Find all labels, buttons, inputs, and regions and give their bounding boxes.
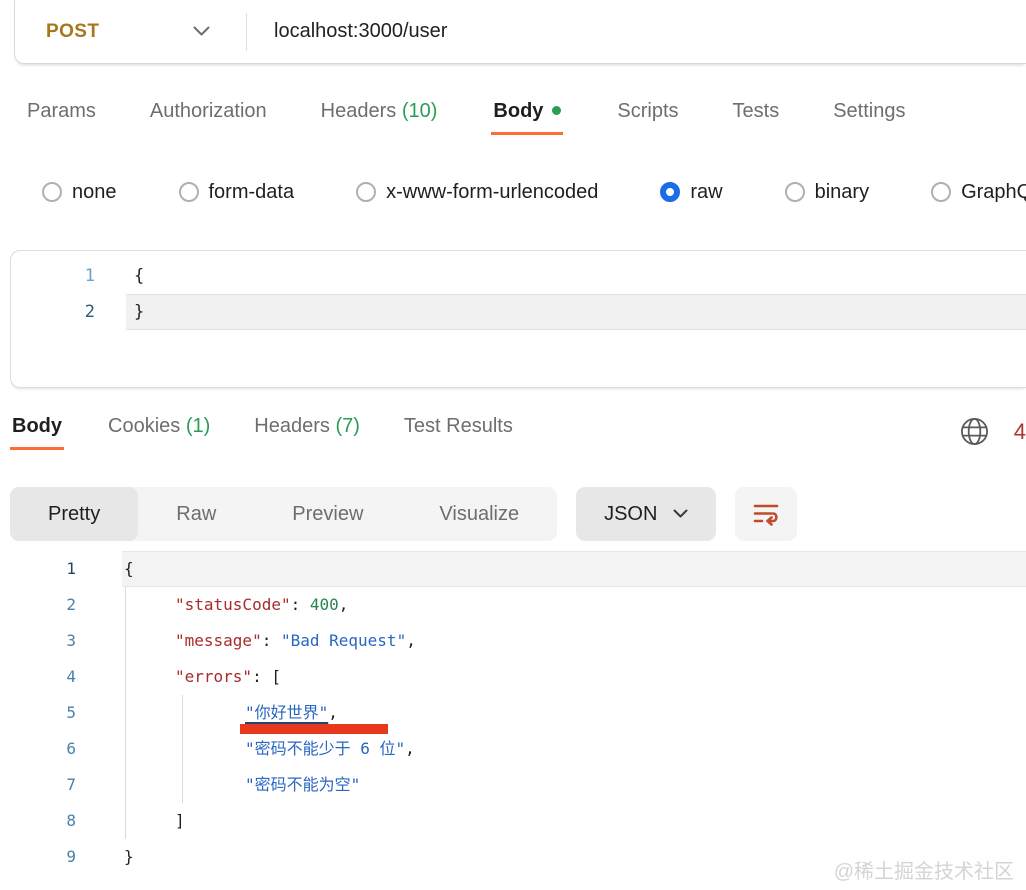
chevron-down-icon xyxy=(673,509,688,519)
wrap-lines-button[interactable] xyxy=(735,487,797,541)
radio-circle-icon xyxy=(785,182,805,202)
line-number: 5 xyxy=(0,695,76,731)
code-line-annotated: 5 "你好世界", xyxy=(0,695,1026,731)
response-tabs: Body Cookies (1) Headers (7) Test Result… xyxy=(10,415,1026,466)
radio-x-www-form-urlencoded[interactable]: x-www-form-urlencoded xyxy=(356,181,598,204)
line-number: 9 xyxy=(0,839,76,875)
line-number: 3 xyxy=(0,623,76,659)
tab-headers[interactable]: Headers (10) xyxy=(321,100,438,133)
tab-tests[interactable]: Tests xyxy=(733,100,780,133)
chevron-down-icon xyxy=(193,26,210,37)
line-number: 4 xyxy=(0,659,76,695)
wrap-lines-icon xyxy=(751,501,781,528)
cookies-count-badge: (1) xyxy=(186,415,210,437)
code-line: 1 { xyxy=(0,551,1026,587)
indent-guide xyxy=(182,695,183,803)
code-line: 3 "message": "Bad Request", xyxy=(0,623,1026,659)
response-tab-body[interactable]: Body xyxy=(10,415,64,450)
radio-circle-icon xyxy=(356,182,376,202)
view-preview[interactable]: Preview xyxy=(254,487,401,541)
tab-authorization[interactable]: Authorization xyxy=(150,100,267,133)
view-mode-switcher: Pretty Raw Preview Visualize xyxy=(10,487,557,541)
language-dropdown[interactable]: JSON xyxy=(576,487,716,541)
response-tab-headers[interactable]: Headers (7) xyxy=(254,415,360,448)
editor-line: 1 { xyxy=(11,258,1026,294)
code-line: 6 "密码不能少于 6 位", xyxy=(0,731,1026,767)
radio-graphql[interactable]: GraphQL xyxy=(931,181,1026,204)
line-number: 6 xyxy=(0,731,76,767)
line-number: 1 xyxy=(11,258,95,294)
method-label: POST xyxy=(46,21,99,43)
radio-circle-icon xyxy=(931,182,951,202)
line-number: 1 xyxy=(0,551,76,587)
response-headers-count-badge: (7) xyxy=(335,415,359,437)
code-line: 4 "errors": [ xyxy=(0,659,1026,695)
code-line: 8 ] xyxy=(0,803,1026,839)
request-tabs: Params Authorization Headers (10) Body S… xyxy=(27,100,1026,151)
body-mode-options: none form-data x-www-form-urlencoded raw… xyxy=(42,178,1026,206)
view-visualize[interactable]: Visualize xyxy=(401,487,557,541)
red-underline-annotation xyxy=(240,724,388,734)
tab-body[interactable]: Body xyxy=(491,100,563,135)
tab-scripts[interactable]: Scripts xyxy=(617,100,678,133)
radio-circle-icon xyxy=(42,182,62,202)
method-selector[interactable]: POST xyxy=(15,0,246,63)
indent-guide xyxy=(125,587,126,839)
line-number: 8 xyxy=(0,803,76,839)
radio-selected-icon xyxy=(660,182,680,202)
line-number: 2 xyxy=(11,294,95,330)
radio-none[interactable]: none xyxy=(42,181,117,204)
radio-raw[interactable]: raw xyxy=(660,181,722,204)
view-raw[interactable]: Raw xyxy=(138,487,254,541)
tab-settings[interactable]: Settings xyxy=(833,100,905,133)
response-format-bar: Pretty Raw Preview Visualize JSON xyxy=(10,487,1026,541)
line-number: 2 xyxy=(0,587,76,623)
radio-form-data[interactable]: form-data xyxy=(179,181,295,204)
response-tab-test-results[interactable]: Test Results xyxy=(404,415,513,448)
globe-icon[interactable] xyxy=(959,416,990,447)
radio-circle-icon xyxy=(179,182,199,202)
view-pretty[interactable]: Pretty xyxy=(10,487,138,541)
code-line: 2 "statusCode": 400, xyxy=(0,587,1026,623)
code-line: 7 "密码不能为空" xyxy=(0,767,1026,803)
request-body-editor[interactable]: 1 { 2 } xyxy=(10,250,1026,388)
radio-binary[interactable]: binary xyxy=(785,181,869,204)
editor-line-active: 2 } xyxy=(11,294,1026,330)
watermark: @稀土掘金技术社区 xyxy=(834,855,1014,884)
line-number: 7 xyxy=(0,767,76,803)
response-tab-cookies[interactable]: Cookies (1) xyxy=(108,415,210,448)
response-body-viewer[interactable]: 1 { 2 "statusCode": 400, 3 "message": "B… xyxy=(0,551,1026,875)
body-modified-dot-icon xyxy=(552,106,561,115)
response-status-code: 4 xyxy=(1014,419,1026,445)
tab-params[interactable]: Params xyxy=(27,100,96,133)
headers-count-badge: (10) xyxy=(402,100,438,122)
url-input[interactable]: localhost:3000/user xyxy=(247,20,447,43)
request-url-bar: POST localhost:3000/user xyxy=(14,0,1026,64)
